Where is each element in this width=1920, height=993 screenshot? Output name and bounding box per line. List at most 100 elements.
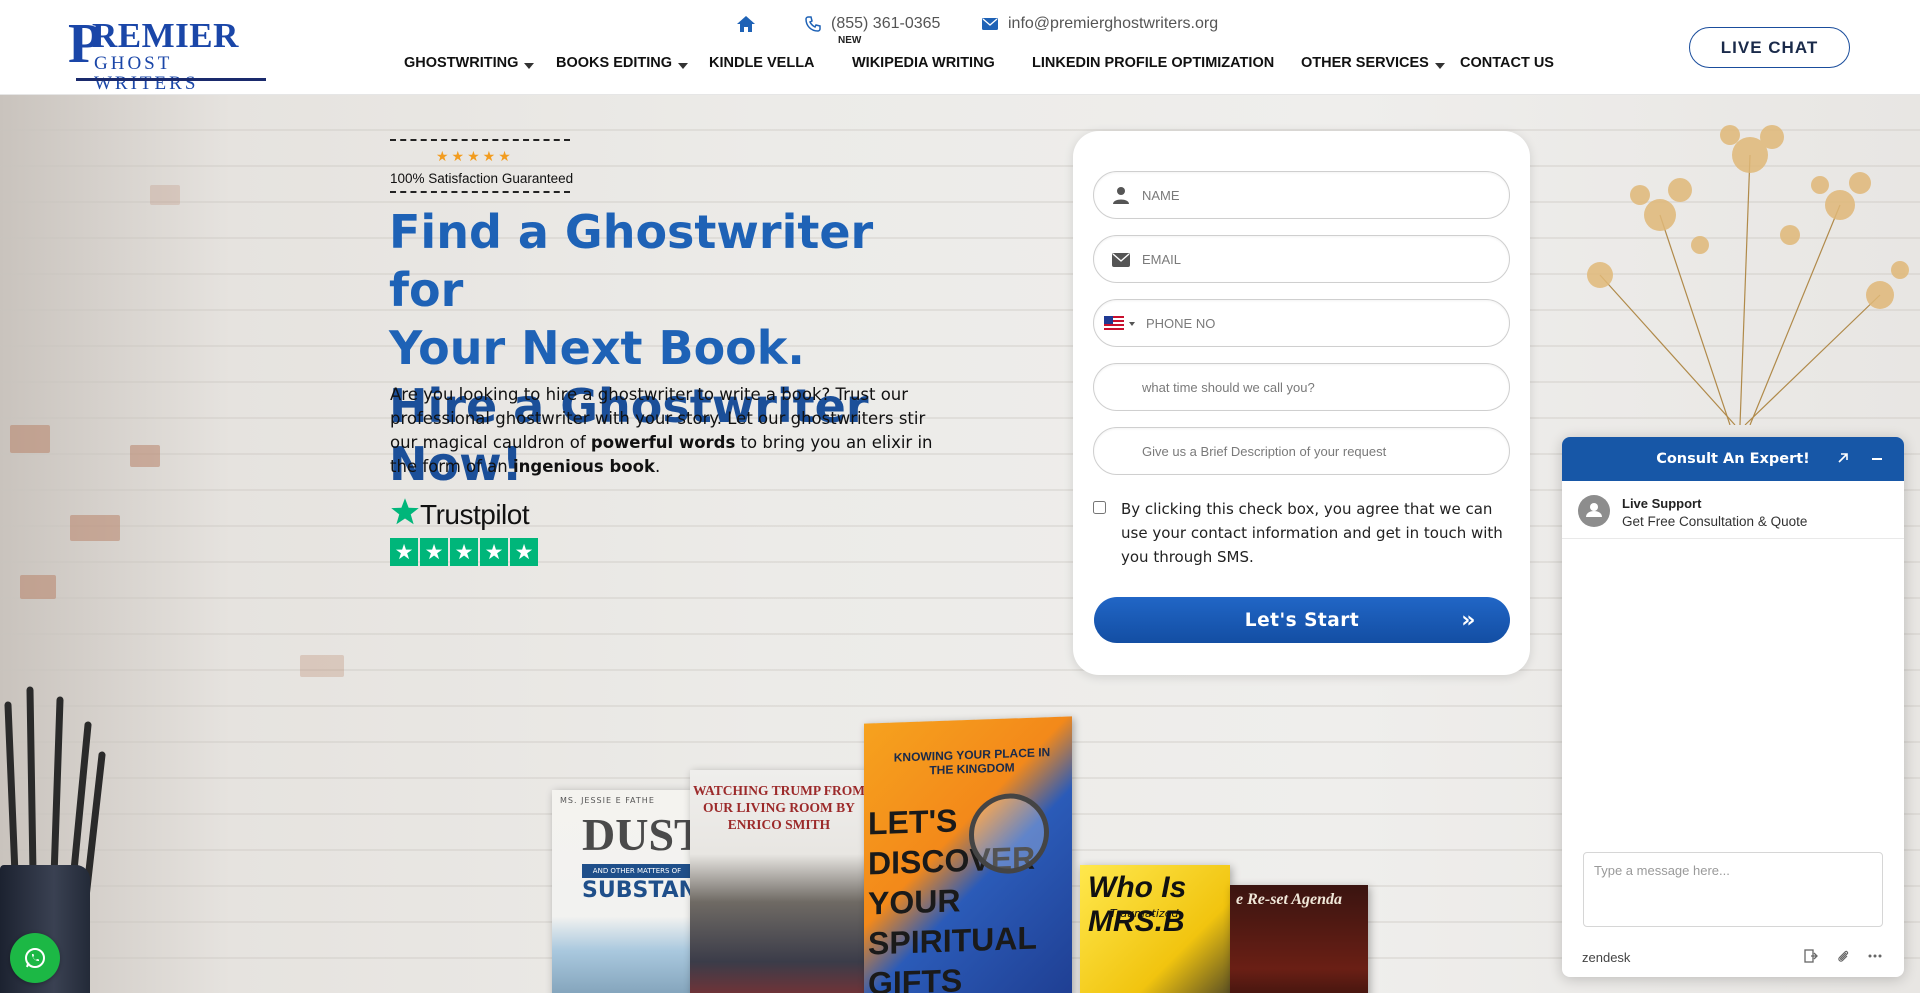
double-chevron-right-icon: » — [1461, 608, 1476, 633]
description-input[interactable] — [1142, 428, 1482, 474]
sms-consent-text: By clicking this check box, you agree th… — [1121, 500, 1503, 566]
trustpilot-star-icon: ★ — [420, 538, 448, 566]
attachment-icon[interactable] — [1836, 949, 1850, 963]
intro-bold: powerful words — [590, 433, 736, 452]
nav-other-services[interactable]: OTHER SERVICES — [1301, 55, 1445, 71]
nav-ghostwriting[interactable]: GHOSTWRITING — [404, 55, 535, 71]
book-cover-mrs-b: Who Is MRS.B Traumatized — [1080, 865, 1230, 993]
nav-label: CONTACT US — [1460, 55, 1554, 71]
nav-linkedin-optimization[interactable]: LINKEDIN PROFILE OPTIMIZATION — [1032, 55, 1274, 71]
email-link[interactable]: info@premierghostwriters.org — [982, 14, 1218, 34]
trustpilot-star-icon — [391, 498, 419, 525]
satisfaction-badge: ★★★★★ 100% Satisfaction Guaranteed — [390, 139, 574, 193]
book-title: SUBSTANCE — [582, 878, 692, 903]
name-field — [1093, 171, 1510, 219]
us-flag-icon[interactable] — [1104, 316, 1124, 330]
book-title: DUST — [582, 809, 692, 860]
book-cover-reset-agenda: e Re-set Agenda — [1230, 885, 1368, 993]
call-time-input[interactable] — [1142, 364, 1482, 410]
whatsapp-button[interactable] — [10, 933, 60, 983]
email-field — [1093, 235, 1510, 283]
chat-widget: Consult An Expert! Live Support Get Free… — [1562, 437, 1904, 977]
book-title: WATCHING TRUMP FROM OUR LIVING ROOM BY E… — [693, 783, 865, 832]
nav-kindle-vella[interactable]: KINDLE VELLA — [709, 55, 815, 71]
live-chat-button[interactable]: LIVE CHAT — [1689, 27, 1850, 68]
nav-label: LINKEDIN PROFILE OPTIMIZATION — [1032, 55, 1275, 71]
book-cover-spiritual-gifts: KNOWING YOUR PLACE IN THE KINGDOM LET'S … — [864, 716, 1072, 993]
main-nav: GHOSTWRITING BOOKS EDITING KINDLE VELLA … — [0, 55, 1920, 75]
minimize-icon[interactable] — [1872, 458, 1882, 460]
intro-text: . — [654, 457, 661, 476]
chat-widget-title: Consult An Expert! — [1656, 451, 1810, 467]
home-link[interactable] — [736, 14, 766, 34]
home-icon — [737, 16, 755, 32]
agent-avatar-icon — [1586, 503, 1602, 517]
phone-input[interactable] — [1146, 300, 1486, 346]
rating-stars: ★★★★★ — [436, 149, 514, 165]
agent-subtitle: Get Free Consultation & Quote — [1622, 514, 1808, 529]
mail-icon — [982, 18, 998, 30]
nav-label: WIKIPEDIA WRITING — [852, 55, 995, 71]
chat-agent-info: Live Support Get Free Consultation & Quo… — [1562, 481, 1904, 539]
brick-decor — [10, 425, 50, 453]
logo-underline — [76, 78, 266, 81]
trustpilot-badge[interactable]: Trustpilot ★ ★ ★ ★ ★ — [390, 497, 540, 567]
nav-label: BOOKS EDITING — [556, 55, 673, 71]
chat-message-input[interactable] — [1583, 852, 1883, 927]
email-input[interactable] — [1142, 236, 1482, 282]
book-author: MS. JESSIE E FATHE — [560, 796, 655, 805]
new-badge: NEW — [838, 35, 862, 46]
mail-icon — [1112, 253, 1130, 267]
brick-decor — [300, 655, 344, 677]
popout-icon[interactable] — [1836, 451, 1850, 465]
user-icon — [1113, 187, 1129, 204]
intro-bold: ingenious book — [513, 457, 655, 476]
book-cover-dust: MS. JESSIE E FATHE DUST AND OTHER MATTER… — [552, 790, 692, 993]
trustpilot-rating: ★ ★ ★ ★ ★ — [390, 538, 538, 566]
trustpilot-star-icon: ★ — [480, 538, 508, 566]
trustpilot-star-icon: ★ — [450, 538, 478, 566]
book-cover-watching-trump: WATCHING TRUMP FROM OUR LIVING ROOM BY E… — [690, 770, 868, 993]
phone-field — [1093, 299, 1510, 347]
name-input[interactable] — [1142, 172, 1482, 218]
email-address: info@premierghostwriters.org — [1008, 15, 1219, 32]
lets-start-button[interactable]: Let's Start » — [1094, 597, 1510, 643]
headline-line2: Your Next Book. — [389, 321, 805, 375]
brick-decor — [130, 445, 160, 467]
chat-toolbar — [1804, 949, 1882, 963]
lets-start-label: Let's Start — [1244, 609, 1360, 631]
nav-books-editing[interactable]: BOOKS EDITING — [556, 55, 689, 71]
phone-link[interactable]: (855) 361-0365 — [805, 14, 940, 34]
brick-decor — [70, 515, 120, 541]
zendesk-logo: zendesk — [1582, 950, 1631, 965]
nav-label: OTHER SERVICES — [1301, 55, 1429, 71]
description-field — [1093, 427, 1510, 475]
trustpilot-logo: Trustpilot — [420, 499, 530, 530]
book-kicker: KNOWING YOUR PLACE IN THE KINGDOM — [893, 745, 1051, 778]
logo-line1: REMIER — [92, 16, 239, 55]
trustpilot-star-icon: ★ — [390, 538, 418, 566]
trustpilot-star-icon: ★ — [510, 538, 538, 566]
chevron-down-icon — [1129, 322, 1135, 326]
agent-avatar — [1578, 495, 1610, 527]
brick-decor — [150, 185, 180, 205]
nav-wikipedia-writing[interactable]: WIKIPEDIA WRITING — [852, 55, 995, 71]
nav-contact-us[interactable]: CONTACT US — [1460, 55, 1554, 71]
nav-label: KINDLE VELLA — [709, 55, 815, 71]
whatsapp-icon — [25, 948, 45, 968]
book-subtitle: Traumatized — [1110, 907, 1179, 920]
agent-name: Live Support — [1622, 496, 1702, 511]
phone-number: (855) 361-0365 — [831, 15, 941, 32]
call-time-field — [1093, 363, 1510, 411]
satisfaction-text: 100% Satisfaction Guaranteed — [390, 171, 574, 186]
chat-widget-header: Consult An Expert! — [1562, 437, 1904, 481]
sms-consent-checkbox[interactable] — [1093, 501, 1106, 514]
more-options-icon[interactable] — [1868, 954, 1882, 958]
site-header: P REMIER GHOST WRITERS (855) 361-0365 NE… — [0, 0, 1920, 95]
chevron-down-icon — [678, 62, 689, 69]
end-chat-icon[interactable] — [1804, 949, 1818, 963]
headline-line1: Find a Ghostwriter for — [389, 205, 874, 317]
hero-intro: Are you looking to hire a ghostwriter to… — [390, 383, 950, 479]
book-title: e Re-set Agenda — [1236, 891, 1343, 908]
book-subtitle: AND OTHER MATTERS OF — [582, 864, 692, 878]
